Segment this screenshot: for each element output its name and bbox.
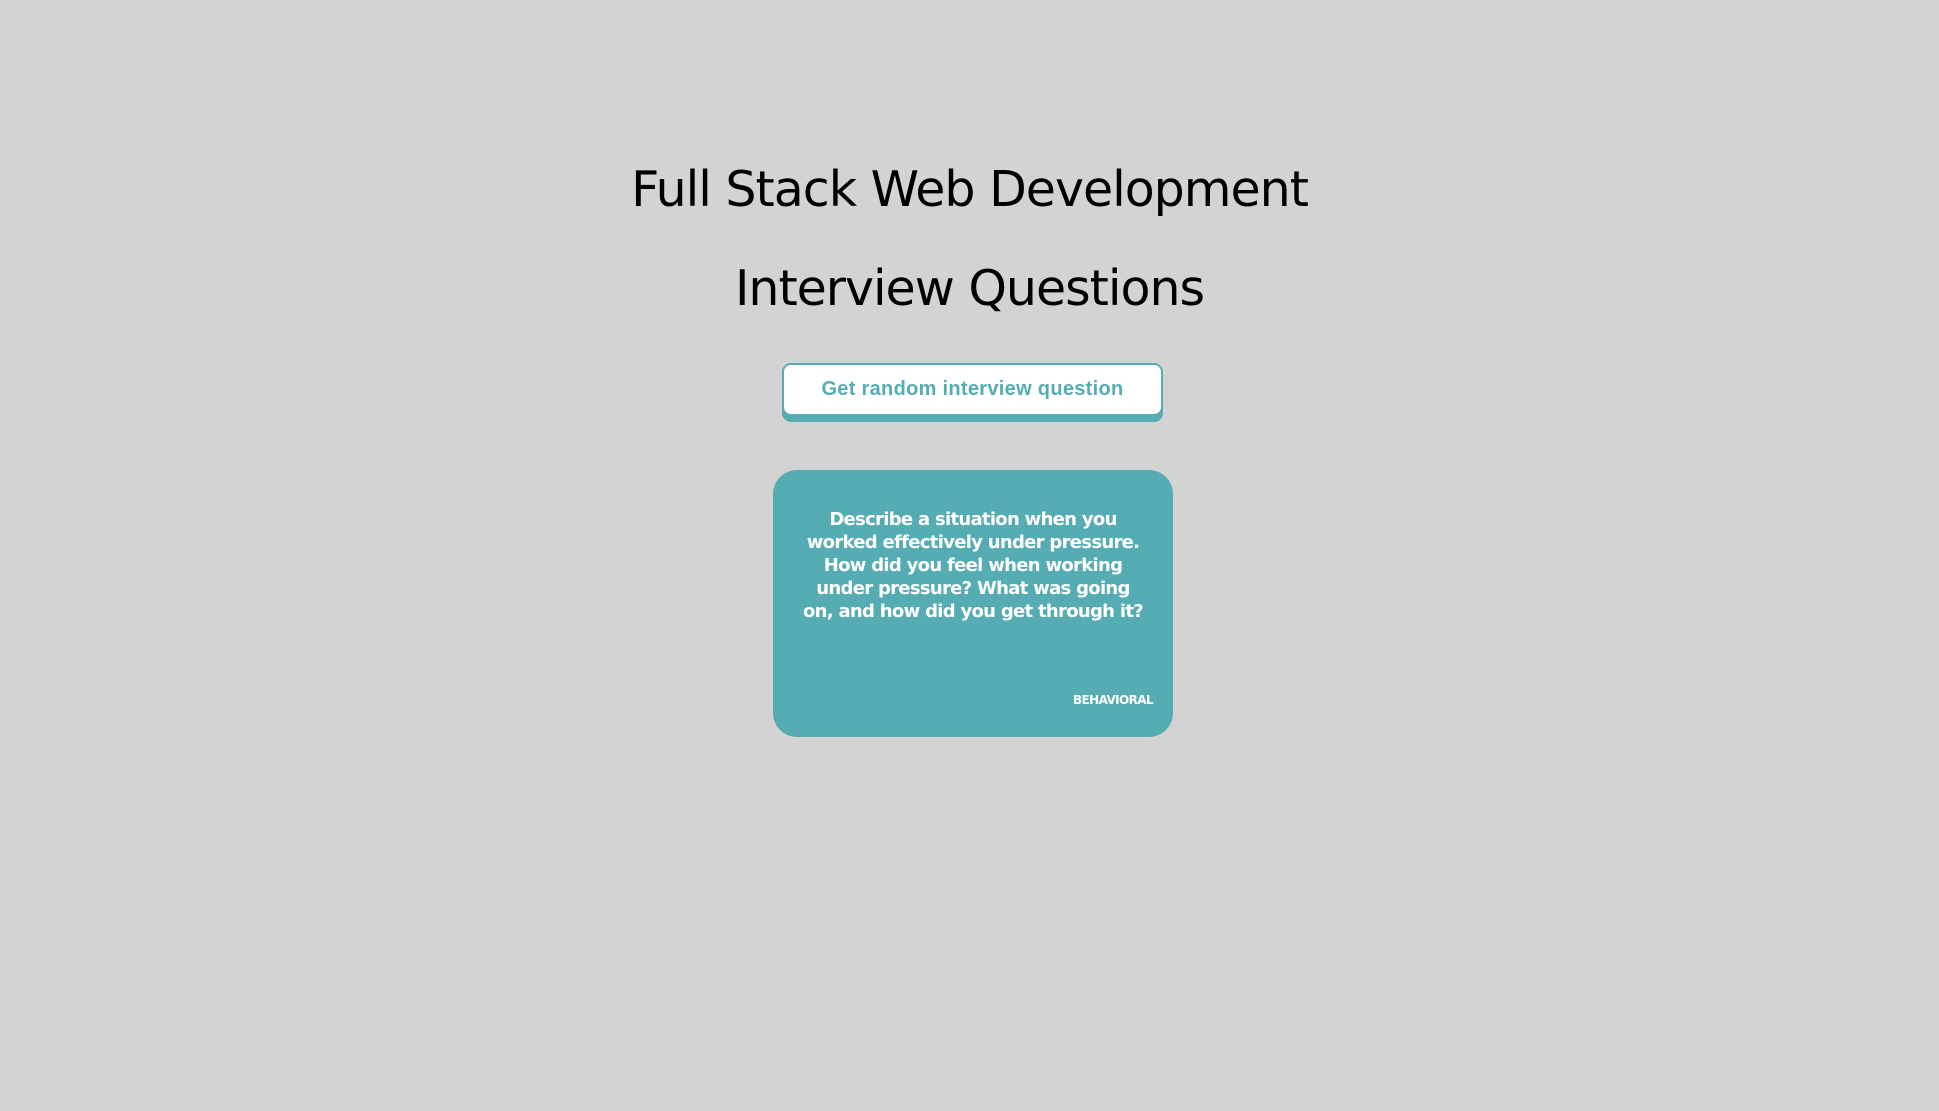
- page-title-line-2: Interview Questions: [734, 260, 1205, 317]
- question-text: Describe a situation when you worked eff…: [803, 509, 1144, 622]
- page-title-line-1: Full Stack Web Development: [631, 161, 1309, 218]
- question-card: Describe a situation when you worked eff…: [773, 470, 1173, 737]
- question-category-badge: BEHAVIORAL: [1073, 693, 1154, 707]
- get-random-question-button[interactable]: Get random interview question: [782, 363, 1163, 416]
- page: Full Stack Web Development Interview Que…: [0, 0, 1939, 1111]
